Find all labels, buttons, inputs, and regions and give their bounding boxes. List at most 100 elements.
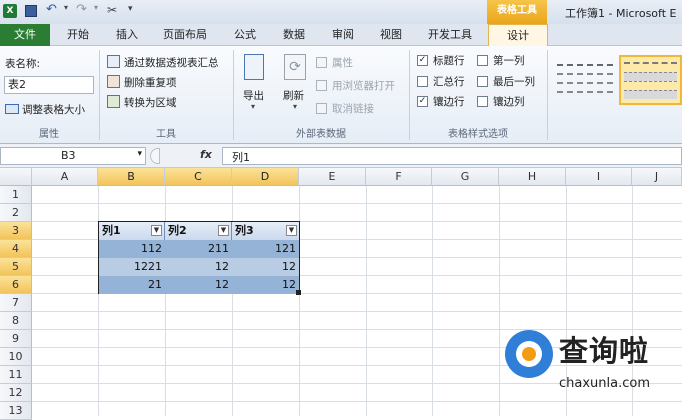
refresh-button[interactable]: 刷新 — [283, 88, 304, 103]
tab-review[interactable]: 审阅 — [332, 24, 354, 46]
summarize-pivot-button[interactable]: 通过数据透视表汇总 — [124, 55, 219, 70]
row-header-1[interactable]: 1 — [0, 186, 32, 204]
tab-design[interactable]: 设计 — [488, 24, 548, 47]
banded-rows-checkbox[interactable]: ✓ — [417, 96, 428, 107]
formula-input[interactable]: 列1 — [222, 147, 682, 165]
row-header-3[interactable]: 3 — [0, 222, 32, 240]
unlink-icon — [316, 103, 327, 114]
undo-icon[interactable]: ↶ — [46, 2, 57, 17]
watermark-brand: 查询啦 — [559, 334, 650, 368]
customize-tool-icon[interactable]: ✂ — [107, 3, 117, 17]
banded-columns-checkbox[interactable] — [477, 96, 488, 107]
header-row-checkbox[interactable]: ✓ — [417, 55, 428, 66]
table-cell[interactable]: 21 — [99, 276, 165, 294]
redo-dropdown-icon[interactable]: ▾ — [94, 3, 98, 12]
table-cell[interactable]: 1221 — [99, 258, 165, 276]
table-header-cell[interactable]: 列1 ▼ — [99, 222, 165, 240]
export-button[interactable]: 导出 — [243, 88, 264, 103]
table-resize-handle[interactable] — [296, 290, 301, 295]
name-box-dropdown-icon[interactable]: ▾ — [137, 149, 142, 159]
filter-dropdown-icon[interactable]: ▼ — [151, 225, 162, 236]
undo-dropdown-icon[interactable]: ▾ — [64, 3, 68, 12]
banded-columns-label: 镶边列 — [493, 96, 525, 108]
column-header-j[interactable]: J — [632, 168, 682, 186]
filter-dropdown-icon[interactable]: ▼ — [218, 225, 229, 236]
window-title: 工作簿1 - Microsoft E — [565, 7, 677, 20]
table-cell[interactable]: 12 — [232, 258, 299, 276]
table-style-thumbnail-selected[interactable] — [619, 55, 682, 105]
select-all-corner[interactable] — [0, 168, 32, 186]
redo-icon[interactable]: ↷ — [76, 2, 87, 17]
unlink-button[interactable]: 取消链接 — [332, 101, 374, 116]
convert-to-range-button[interactable]: 转换为区域 — [124, 95, 177, 110]
table-style-thumbnail-plain[interactable] — [557, 58, 613, 102]
group-label-style-options: 表格样式选项 — [448, 129, 508, 140]
table-header-cell[interactable]: 列2 ▼ — [165, 222, 232, 240]
filter-dropdown-icon[interactable]: ▼ — [286, 225, 297, 236]
remove-duplicates-button[interactable]: 删除重复项 — [124, 75, 177, 90]
table-header-cell[interactable]: 列3 ▼ — [232, 222, 299, 240]
column-header-e[interactable]: E — [299, 168, 366, 186]
resize-table-button[interactable]: 调整表格大小 — [22, 102, 85, 117]
name-box[interactable]: B3 ▾ — [0, 147, 146, 165]
save-icon[interactable] — [25, 5, 37, 17]
convert-to-range-icon — [107, 95, 120, 108]
pivot-table-icon — [107, 55, 120, 68]
tab-view[interactable]: 视图 — [380, 24, 402, 46]
table-tools-context-label: 表格工具 — [487, 0, 547, 24]
table-cell[interactable]: 211 — [165, 240, 232, 258]
header-row-label: 标题行 — [433, 55, 465, 67]
refresh-dropdown-icon[interactable]: ▾ — [293, 102, 297, 111]
table-cell[interactable]: 12 — [232, 276, 299, 294]
tab-home[interactable]: 开始 — [67, 24, 89, 46]
column-header-f[interactable]: F — [366, 168, 432, 186]
last-column-checkbox[interactable] — [477, 76, 488, 87]
table-name-input[interactable]: 表2 — [4, 76, 94, 94]
row-header-6[interactable]: 6 — [0, 276, 32, 294]
column-header-a[interactable]: A — [32, 168, 98, 186]
open-in-browser-button[interactable]: 用浏览器打开 — [332, 78, 395, 93]
row-header-10[interactable]: 10 — [0, 348, 32, 366]
row-header-4[interactable]: 4 — [0, 240, 32, 258]
watermark-domain: chaxunla.com — [559, 376, 650, 391]
row-header-2[interactable]: 2 — [0, 204, 32, 222]
row-header-9[interactable]: 9 — [0, 330, 32, 348]
row-header-12[interactable]: 12 — [0, 384, 32, 402]
formula-bar-divider-handle[interactable] — [150, 148, 160, 164]
first-column-checkbox[interactable] — [477, 55, 488, 66]
table-header-label: 列3 — [235, 224, 254, 237]
row-header-7[interactable]: 7 — [0, 294, 32, 312]
refresh-icon: ⟳ — [284, 54, 306, 80]
quick-access-menu-icon[interactable]: ▾ — [128, 4, 133, 14]
properties-button[interactable]: 属性 — [332, 55, 353, 70]
row-header-5[interactable]: 5 — [0, 258, 32, 276]
export-dropdown-icon[interactable]: ▾ — [251, 102, 255, 111]
column-header-h[interactable]: H — [499, 168, 566, 186]
insert-function-button[interactable]: fx — [200, 148, 212, 161]
column-header-b[interactable]: B — [98, 168, 165, 186]
column-header-d[interactable]: D — [232, 168, 299, 186]
resize-table-icon — [5, 104, 19, 114]
table-cell[interactable]: 121 — [232, 240, 299, 258]
tab-data[interactable]: 数据 — [283, 24, 305, 46]
total-row-checkbox[interactable] — [417, 76, 428, 87]
tab-file[interactable]: 文件 — [0, 24, 50, 46]
tab-developer[interactable]: 开发工具 — [428, 24, 472, 46]
row-header-8[interactable]: 8 — [0, 312, 32, 330]
tab-page-layout[interactable]: 页面布局 — [163, 24, 207, 46]
column-header-i[interactable]: I — [566, 168, 632, 186]
group-label-properties: 属性 — [39, 129, 59, 140]
tab-insert[interactable]: 插入 — [116, 24, 138, 46]
column-header-g[interactable]: G — [432, 168, 499, 186]
ribbon-separator — [547, 50, 548, 140]
table-cell[interactable]: 12 — [165, 276, 232, 294]
excel-logo-icon: X — [3, 4, 17, 18]
tab-formulas[interactable]: 公式 — [234, 24, 256, 46]
table-cell[interactable]: 112 — [99, 240, 165, 258]
row-header-11[interactable]: 11 — [0, 366, 32, 384]
total-row-label: 汇总行 — [433, 76, 465, 88]
row-header-13[interactable]: 13 — [0, 402, 32, 420]
name-box-value: B3 — [61, 149, 76, 162]
table-cell[interactable]: 12 — [165, 258, 232, 276]
column-header-c[interactable]: C — [165, 168, 232, 186]
